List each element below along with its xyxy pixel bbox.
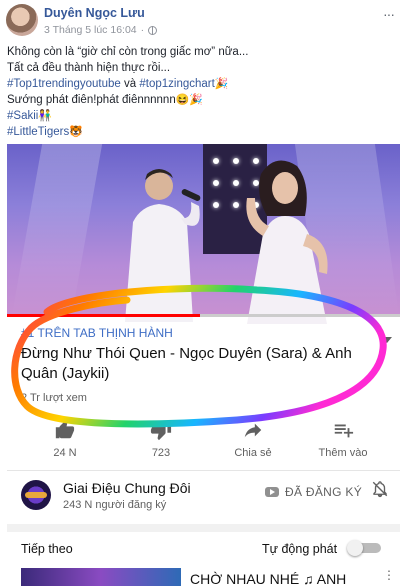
dot-separator: ·	[140, 24, 145, 36]
channel-avatar[interactable]	[21, 480, 51, 510]
video-title[interactable]: Đừng Như Thói Quen - Ngọc Duyên (Sara) &…	[21, 344, 381, 384]
subscribed-button[interactable]: ĐÃ ĐĂNG KÝ	[285, 485, 362, 499]
like-button[interactable]: 24 N	[35, 419, 95, 459]
share-button[interactable]: Chia sẻ	[223, 419, 283, 459]
stage-light-beam	[11, 144, 103, 316]
playlist-add-icon	[334, 424, 354, 438]
video-progress-bar[interactable]	[7, 314, 400, 317]
post-line: Tất cả đều thành hiện thực rồi...	[7, 62, 171, 74]
autoplay-toggle[interactable]	[347, 540, 383, 556]
laughing-emoji: 😆🎉	[175, 94, 204, 106]
post-text-fragment: Sướng phát điên!phát điênnnnnn	[7, 94, 176, 106]
post-text: Không còn là “giờ chỉ còn trong giấc mơ”…	[7, 44, 402, 140]
hashtag-link[interactable]: #LittleTigers	[7, 126, 69, 138]
youtube-screenshot[interactable]: #1 TRÊN TAB THỊNH HÀNH Đừng Như Thói Que…	[7, 144, 400, 586]
author-avatar[interactable]	[6, 4, 38, 36]
globe-icon	[148, 25, 158, 35]
add-to-label: Thêm vào	[318, 447, 368, 459]
next-video-thumbnail[interactable]	[21, 568, 181, 586]
post-line: #Sakii👫	[7, 108, 402, 124]
post-meta: 3 Tháng 5 lúc 16:04 ·	[44, 24, 158, 36]
couple-emoji: 👫	[38, 110, 53, 122]
post-line: Không còn là “giờ chỉ còn trong giấc mơ”…	[7, 46, 249, 58]
next-video-more-icon[interactable]: ⋮	[383, 568, 395, 582]
post-line: #LittleTigers🐯	[7, 124, 402, 140]
expand-description-icon[interactable]	[382, 337, 392, 343]
post-timestamp[interactable]: 3 Tháng 5 lúc 16:04	[44, 24, 137, 36]
post-line: Sướng phát điên!phát điênnnnnn😆🎉	[7, 92, 402, 108]
like-count: 24 N	[53, 447, 77, 459]
video-player[interactable]	[7, 144, 400, 324]
author-name[interactable]: Duyên Ngọc Lưu	[44, 6, 145, 20]
up-next-label: Tiếp theo	[21, 542, 73, 556]
hashtag-link[interactable]: #Sakii	[7, 110, 38, 122]
male-singer	[125, 169, 201, 322]
hashtag-link[interactable]: #Top1trendingyoutube	[7, 78, 121, 90]
share-icon	[244, 423, 262, 438]
autoplay-label: Tự động phát	[262, 542, 338, 556]
bell-off-icon[interactable]	[371, 480, 389, 498]
thumbs-up-icon	[55, 419, 75, 439]
video-actions: 24 N 723 Chia sẻ Thêm vào	[7, 419, 400, 465]
toggle-knob	[347, 540, 363, 556]
more-options-icon[interactable]: ···	[383, 6, 395, 22]
view-count: 2 Tr lượt xem	[21, 392, 87, 404]
party-popper-emoji: 🎉	[214, 78, 229, 90]
section-divider	[7, 524, 400, 532]
post-line: #Top1trendingyoutube và #top1zingchart🎉	[7, 76, 402, 92]
post-header: Duyên Ngọc Lưu 3 Tháng 5 lúc 16:04 · ···	[0, 0, 408, 42]
tiger-emoji: 🐯	[69, 126, 83, 138]
add-to-playlist-button[interactable]: Thêm vào	[313, 419, 373, 459]
next-video-title[interactable]: CHỜ NHAU NHÉ ♫ ANH	[190, 571, 346, 586]
trending-badge[interactable]: #1 TRÊN TAB THỊNH HÀNH	[21, 326, 173, 340]
hashtag-link[interactable]: #top1zingchart	[139, 78, 214, 90]
channel-name[interactable]: Giai Điệu Chung Đôi	[63, 480, 191, 496]
share-label: Chia sẻ	[234, 447, 272, 459]
thumbs-down-icon	[150, 421, 172, 441]
divider	[7, 470, 400, 471]
subscriber-count: 243 N người đăng ký	[63, 499, 167, 511]
dislike-count: 723	[151, 447, 171, 459]
video-progress-fill	[7, 314, 200, 317]
youtube-icon	[265, 487, 279, 497]
female-singer	[246, 160, 328, 324]
channel-row: Giai Điệu Chung Đôi 243 N người đăng ký …	[7, 472, 400, 520]
dislike-button[interactable]: 723	[131, 419, 191, 459]
post-text-fragment: và	[120, 78, 140, 90]
